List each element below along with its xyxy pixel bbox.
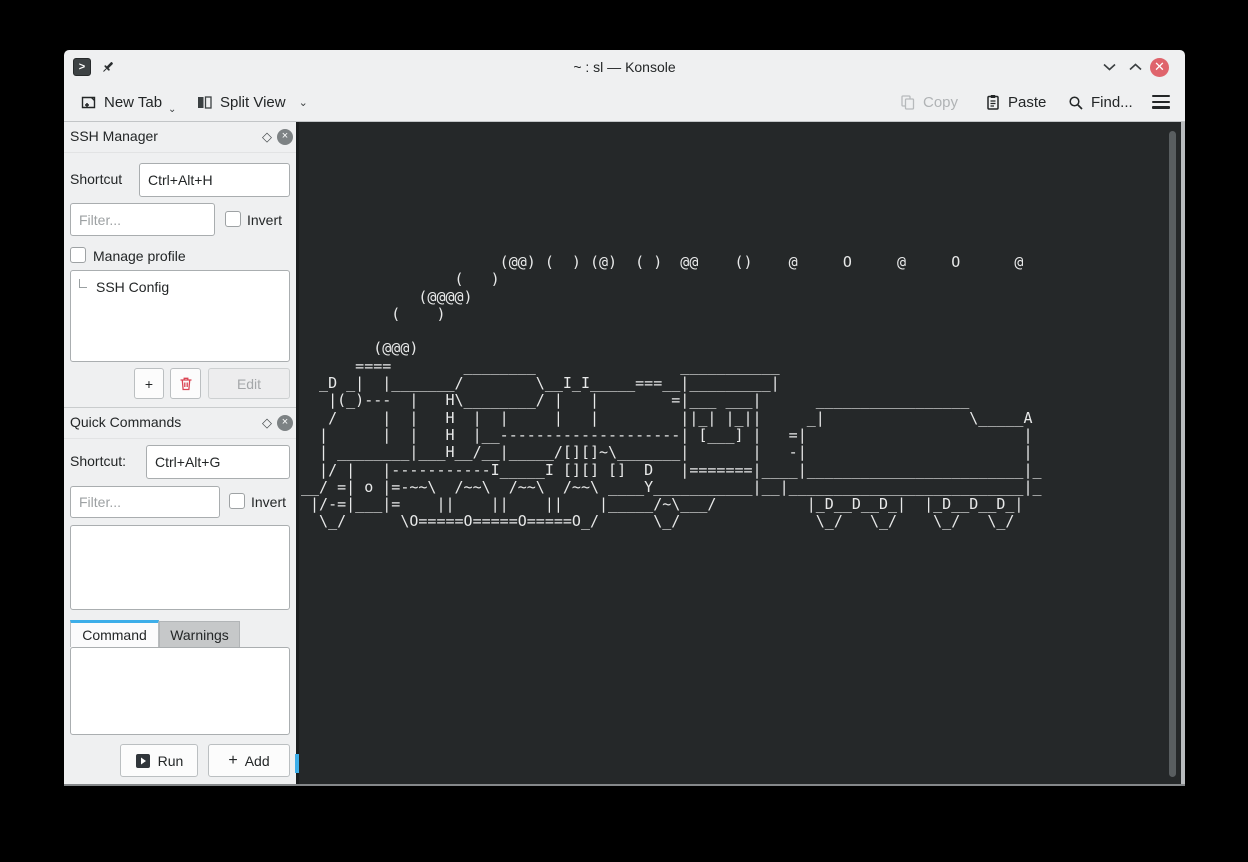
new-tab-dropdown-icon[interactable]: ⌄ (168, 104, 176, 115)
ssh-add-button[interactable]: + (134, 368, 164, 399)
find-button[interactable]: Find... (1068, 84, 1133, 121)
qc-shortcut-label: Shortcut: (70, 453, 126, 469)
ssh-shortcut-label: Shortcut (70, 171, 122, 187)
menu-hamburger-icon[interactable] (1152, 95, 1170, 109)
ssh-config-list[interactable]: SSH Config (70, 270, 290, 362)
add-button[interactable]: + Add (208, 744, 290, 777)
ssh-shortcut-field[interactable] (139, 163, 290, 197)
close-panel-icon[interactable]: × (277, 129, 293, 145)
new-tab-button[interactable]: New Tab ⌄ (80, 84, 162, 121)
ssh-invert-checkbox[interactable] (225, 211, 241, 227)
close-panel-icon[interactable]: × (277, 415, 293, 431)
window-right-border (1181, 122, 1185, 784)
run-icon (135, 753, 151, 769)
window-title: ~ : sl — Konsole (64, 50, 1185, 84)
tab-warnings[interactable]: Warnings (159, 621, 240, 647)
plus-icon: + (228, 752, 237, 770)
terminal-screen[interactable]: (@@) ( ) (@) ( ) @@ () @ O @ O @ ( ) (@@… (299, 122, 1181, 784)
ssh-manager-title: SSH Manager (70, 128, 158, 144)
terminal-scrollbar[interactable] (1169, 131, 1176, 777)
paste-button[interactable]: Paste (985, 84, 1046, 121)
float-panel-icon[interactable]: ◇ (262, 129, 272, 145)
find-label: Find... (1091, 94, 1133, 111)
sl-train-ascii-art: (@@) ( ) (@) ( ) @@ () @ O @ O @ ( ) (@@… (301, 254, 1042, 531)
manage-profile-checkbox[interactable] (70, 247, 86, 263)
ssh-invert-label: Invert (247, 212, 282, 228)
split-view-label: Split View (220, 94, 286, 111)
qc-command-editor[interactable] (70, 647, 290, 735)
qc-shortcut-field[interactable] (146, 445, 290, 479)
ssh-edit-button[interactable]: Edit (208, 368, 290, 399)
qc-invert-checkbox[interactable] (229, 493, 245, 509)
tree-branch-icon (79, 279, 87, 288)
qc-filter-input[interactable] (70, 486, 220, 518)
split-view-dropdown-icon[interactable]: ⌄ (299, 96, 308, 109)
main-toolbar: New Tab ⌄ Split View ⌄ (64, 84, 1185, 122)
copy-icon (900, 94, 916, 111)
ssh-filter-input[interactable] (70, 203, 215, 236)
ssh-delete-button[interactable] (170, 368, 201, 399)
quick-commands-title: Quick Commands (70, 414, 181, 430)
tab-command[interactable]: Command (70, 620, 159, 647)
maximize-button[interactable] (1126, 58, 1144, 76)
minimize-button[interactable] (1100, 58, 1118, 76)
float-panel-icon[interactable]: ◇ (262, 415, 272, 431)
window-bottom-border (64, 784, 1185, 786)
qc-command-list[interactable] (70, 525, 290, 610)
copy-label: Copy (923, 94, 958, 111)
qc-invert-label: Invert (251, 494, 286, 510)
close-button[interactable]: ✕ (1150, 58, 1169, 77)
manage-profile-label: Manage profile (93, 248, 186, 264)
split-view-icon (196, 94, 213, 111)
trash-icon (178, 376, 194, 392)
titlebar[interactable]: > ~ : sl — Konsole ✕ (64, 50, 1185, 84)
sidebar: SSH Manager ◇ × Shortcut Invert Manage p… (64, 122, 296, 784)
screen-background: > ~ : sl — Konsole ✕ (0, 0, 1248, 862)
ssh-manager-header: SSH Manager ◇ × (64, 122, 296, 153)
konsole-window: > ~ : sl — Konsole ✕ (64, 50, 1185, 786)
ssh-config-item[interactable]: SSH Config (96, 279, 169, 295)
new-tab-label: New Tab (104, 94, 162, 111)
copy-button[interactable]: Copy (900, 84, 958, 121)
run-button[interactable]: Run (120, 744, 198, 777)
paste-label: Paste (1008, 94, 1046, 111)
search-icon (1068, 95, 1084, 111)
paste-icon (985, 94, 1001, 111)
new-tab-icon (80, 94, 97, 111)
split-view-button[interactable]: Split View ⌄ (196, 84, 308, 121)
quick-commands-header: Quick Commands ◇ × (64, 408, 296, 439)
